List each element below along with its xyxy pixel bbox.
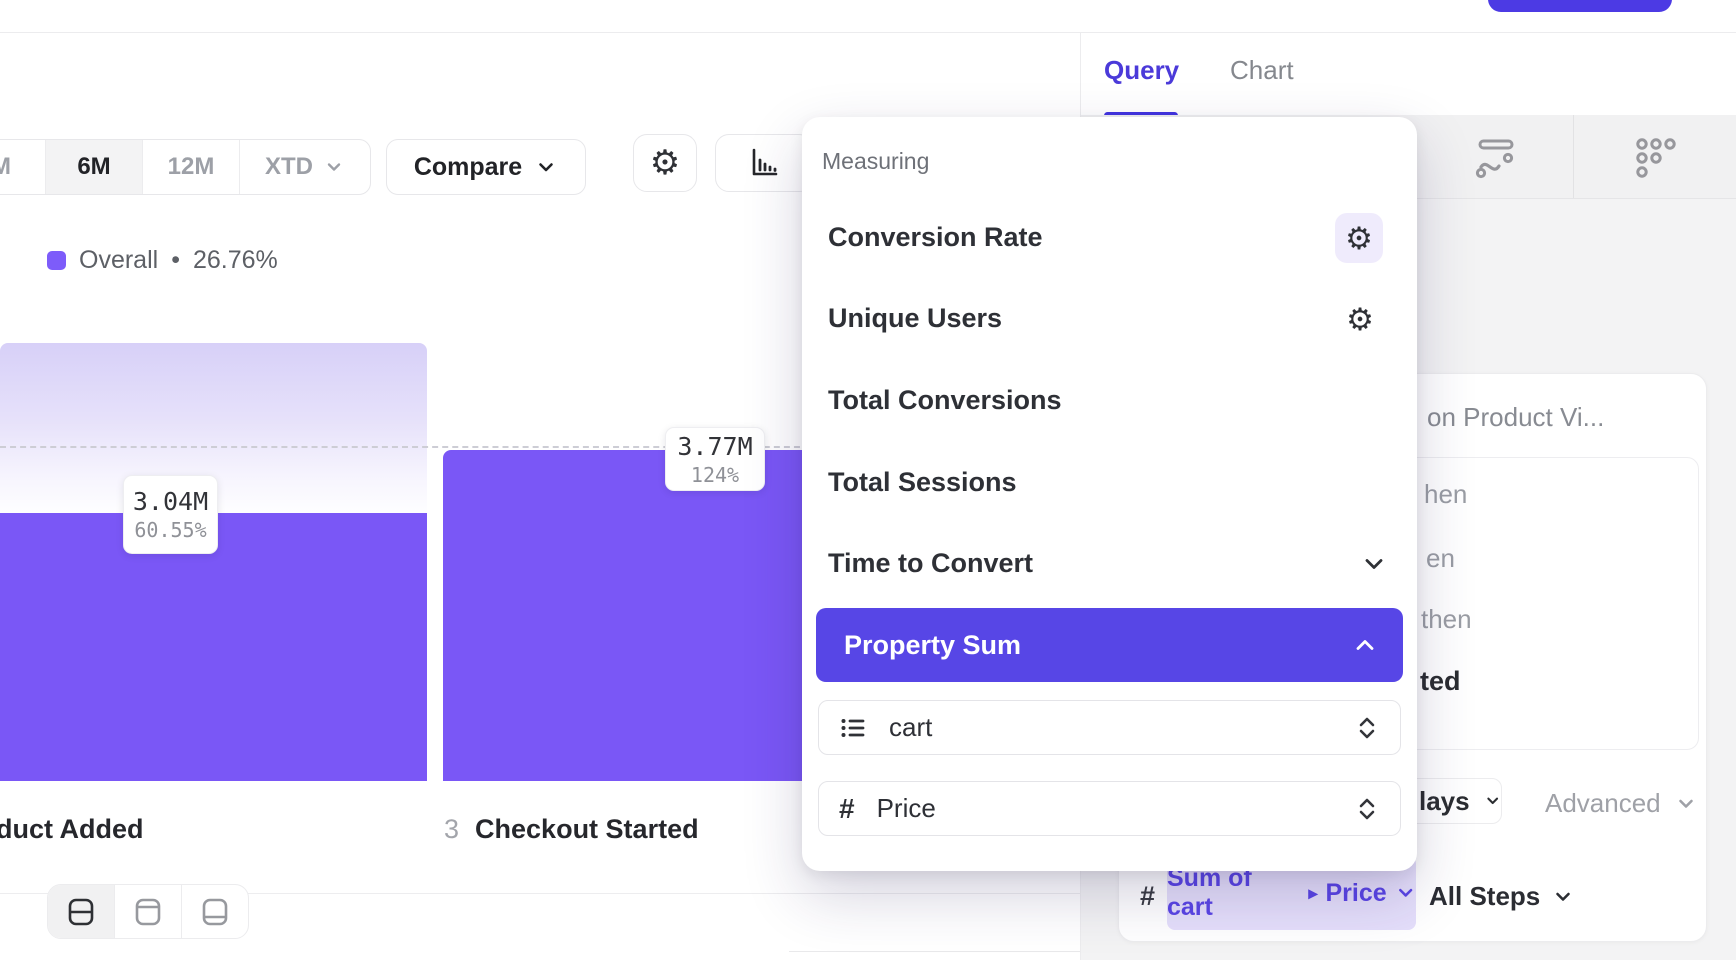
gear-icon: ⚙ [1345,223,1373,254]
unique-users-settings-button[interactable]: ⚙ [1336,294,1384,344]
menu-item-unique-users[interactable]: Unique Users [828,303,1002,334]
step-1-value: 3.04M [133,487,208,516]
property-selector-cart[interactable]: cart [818,700,1401,755]
time-range-m-label: M [0,153,11,181]
funnel-bar-1[interactable] [0,513,427,781]
time-range-control: M 6M 12M XTD [0,139,371,195]
time-range-xtd-label: XTD [265,153,313,181]
panel-toolbar-divider [1573,115,1574,198]
funnel-trends-icon [1472,134,1518,180]
step-row-partial-3: then [1421,604,1472,635]
app-window: M 6M 12M XTD Compare ⚙ Overall • 2 [0,0,1736,960]
card-title-partial: on Product Vi... [1427,402,1604,433]
tab-query[interactable]: Query [1104,55,1179,86]
up-down-selector-icon [1354,796,1380,822]
menu-item-total-sessions[interactable]: Total Sessions [828,467,1017,498]
time-range-6m-label: 6M [77,153,110,181]
compare-label: Compare [414,153,522,182]
days-label-partial: lays [1419,786,1470,817]
tab-chart[interactable]: Chart [1230,55,1294,86]
property-price-label: Price [877,793,936,824]
list-icon [839,714,867,742]
step-1-conversion: 60.55% [134,518,206,542]
menu-item-total-conversions[interactable]: Total Conversions [828,385,1062,416]
time-range-m[interactable]: M [0,140,46,194]
property-sum-label: Property Sum [832,630,1021,661]
bar-chart-icon [746,146,782,180]
step-2-value: 3.77M [677,432,752,461]
property-selector-price[interactable]: # Price [818,781,1401,836]
split-bottom-icon [199,896,231,928]
funnel-value-chip-2[interactable]: 3.77M 124% [665,427,765,491]
step-row-partial-4: ted [1420,666,1461,697]
advanced-dropdown[interactable]: Advanced [1545,788,1697,819]
step-2-number: 3 [444,814,459,844]
sum-chip-left: Sum of cart [1167,864,1300,922]
chevron-down-icon [1484,790,1501,812]
chevron-down-icon [323,156,345,178]
dots-pyramid-icon [1628,131,1680,183]
chevron-up-icon [1351,631,1379,659]
step-2-label: Checkout Started [475,814,699,844]
compare-button[interactable]: Compare [386,139,586,195]
gear-icon: ⚙ [1346,304,1374,335]
chevron-down-icon [534,155,558,179]
funnel-trends-button[interactable] [1472,134,1518,180]
chart-settings-button[interactable]: ⚙ [633,134,697,192]
step-1-label: duct Added [0,814,144,845]
step-row-partial-1: hen [1424,479,1467,510]
split-top-icon [132,896,164,928]
funnel-value-chip-1[interactable]: 3.04M 60.55% [123,475,218,554]
advanced-label: Advanced [1545,788,1661,819]
all-steps-label: All Steps [1429,881,1540,912]
conversion-rate-settings-button[interactable]: ⚙ [1335,213,1383,263]
step-2-conversion: 124% [691,463,739,487]
primary-action-button[interactable] [1488,0,1672,12]
sum-chip-right: Price [1325,879,1386,908]
legend-value: 26.76% [193,246,278,275]
layout-bottom-band-button[interactable] [182,885,248,938]
chevron-down-icon [1395,882,1416,904]
time-range-12m-label: 12M [168,153,215,181]
split-middle-icon [65,896,97,928]
menu-item-time-to-convert[interactable]: Time to Convert [828,548,1033,579]
up-down-selector-icon [1354,715,1380,741]
chevron-down-icon [1675,793,1697,815]
metric-hash-symbol: # [1140,881,1155,912]
gear-icon: ⚙ [650,146,680,180]
all-steps-dropdown[interactable]: All Steps [1429,881,1574,912]
time-range-xtd[interactable]: XTD [240,140,370,194]
time-range-12m[interactable]: 12M [143,140,240,194]
steps-grid-button[interactable] [1628,131,1680,183]
top-divider [0,32,1736,33]
menu-item-property-sum[interactable]: Property Sum [816,608,1403,682]
layout-split-horizontal-button[interactable] [48,885,115,938]
legend: Overall • 26.76% [47,246,278,275]
step-2-label-row: 3 Checkout Started [444,814,699,845]
legend-series: Overall [79,246,158,275]
bottom-hairline [789,951,1080,952]
measuring-title: Measuring [822,148,929,175]
chevron-down-icon[interactable] [1360,550,1388,578]
menu-item-conversion-rate[interactable]: Conversion Rate [828,222,1043,253]
property-cart-label: cart [889,712,932,743]
caret-right-icon: ▸ [1308,883,1317,904]
layout-top-band-button[interactable] [115,885,182,938]
funnel-bar-2[interactable] [443,450,810,781]
legend-swatch [47,251,66,270]
chevron-down-icon [1552,886,1574,908]
step-row-partial-2: en [1426,543,1455,574]
legend-separator: • [171,246,180,275]
time-range-6m[interactable]: 6M [46,140,143,194]
layout-toggle-group [47,884,249,939]
chart-type-button[interactable] [715,134,813,192]
number-type-icon: # [839,793,855,825]
